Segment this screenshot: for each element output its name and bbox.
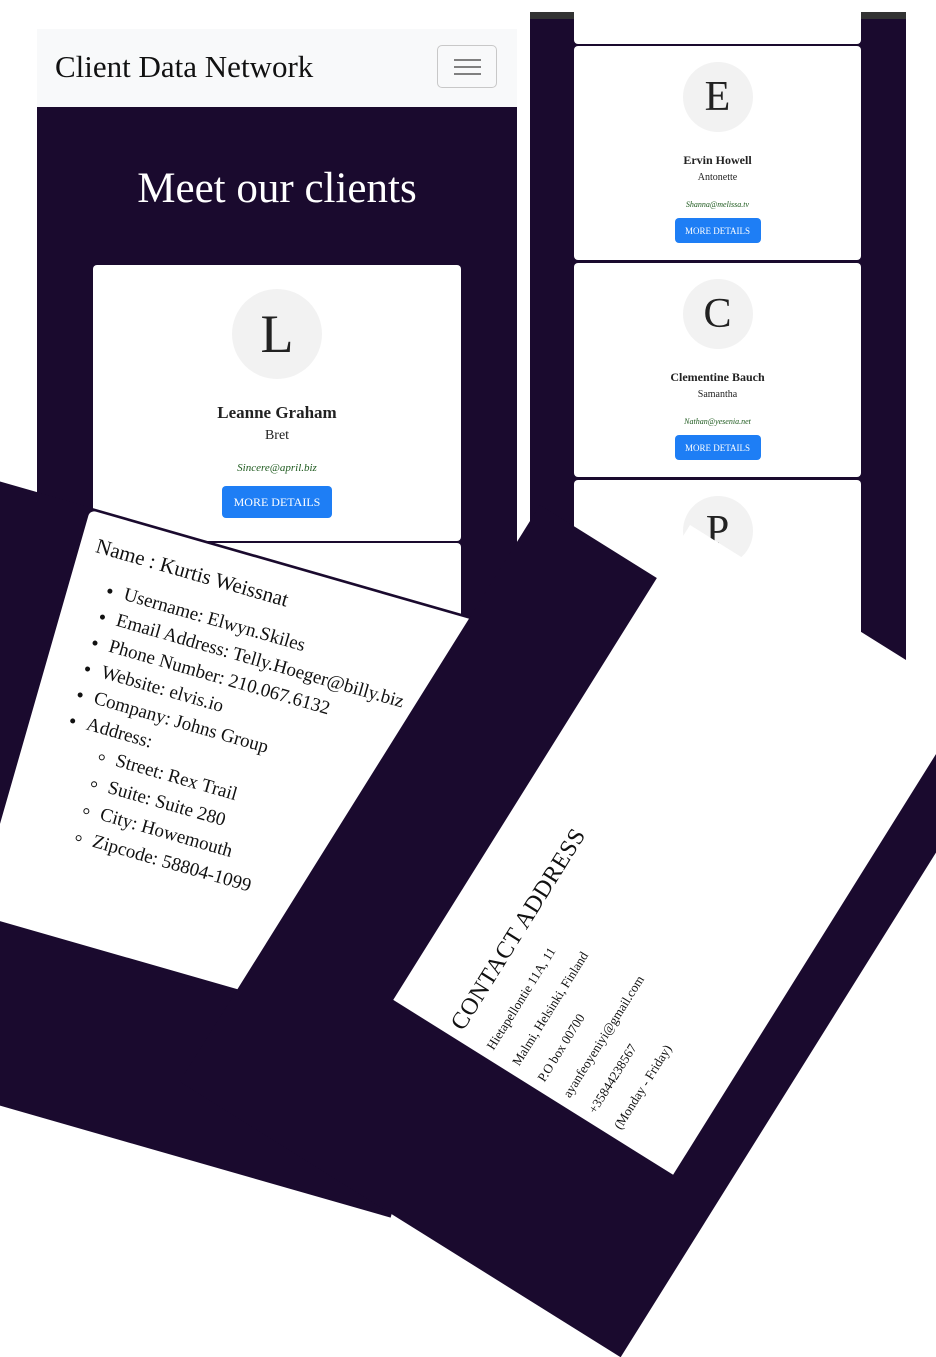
navbar: Client Data Network xyxy=(37,29,517,107)
hamburger-icon[interactable] xyxy=(437,45,497,88)
navbar-brand[interactable]: Client Data Network xyxy=(55,49,313,85)
more-details-button[interactable]: MORE DETAILS xyxy=(674,218,761,243)
client-card: E Ervin Howell Antonette Shanna@melissa.… xyxy=(574,46,861,260)
client-email: Nathan@yesenia.net xyxy=(684,417,751,426)
hamburger-bar xyxy=(454,73,481,75)
more-details-button[interactable]: MORE DETAILS xyxy=(674,435,761,460)
client-name: Leanne Graham xyxy=(217,403,337,422)
more-details-button[interactable]: MORE DETAILS xyxy=(222,486,332,518)
client-card xyxy=(574,12,861,199)
client-email: Sincere@april.biz xyxy=(237,462,317,474)
client-name: Clementine Bauch xyxy=(670,370,765,384)
hamburger-bar xyxy=(454,59,481,61)
client-name: Ervin Howell xyxy=(683,153,752,167)
client-username: Bret xyxy=(264,428,290,443)
client-username: Samantha xyxy=(697,389,738,400)
client-username: Antonette xyxy=(697,172,738,183)
page-title: Meet our clients xyxy=(137,165,417,212)
client-card: L Leanne Graham Bret Sincere@april.biz M… xyxy=(93,265,461,541)
avatar: L xyxy=(232,289,322,379)
avatar: E xyxy=(682,62,753,132)
client-email: Shanna@melissa.tv xyxy=(685,200,750,209)
avatar: C xyxy=(682,279,753,349)
client-card: C Clementine Bauch Samantha Nathan@yesen… xyxy=(574,263,861,477)
hamburger-bar xyxy=(454,66,481,68)
